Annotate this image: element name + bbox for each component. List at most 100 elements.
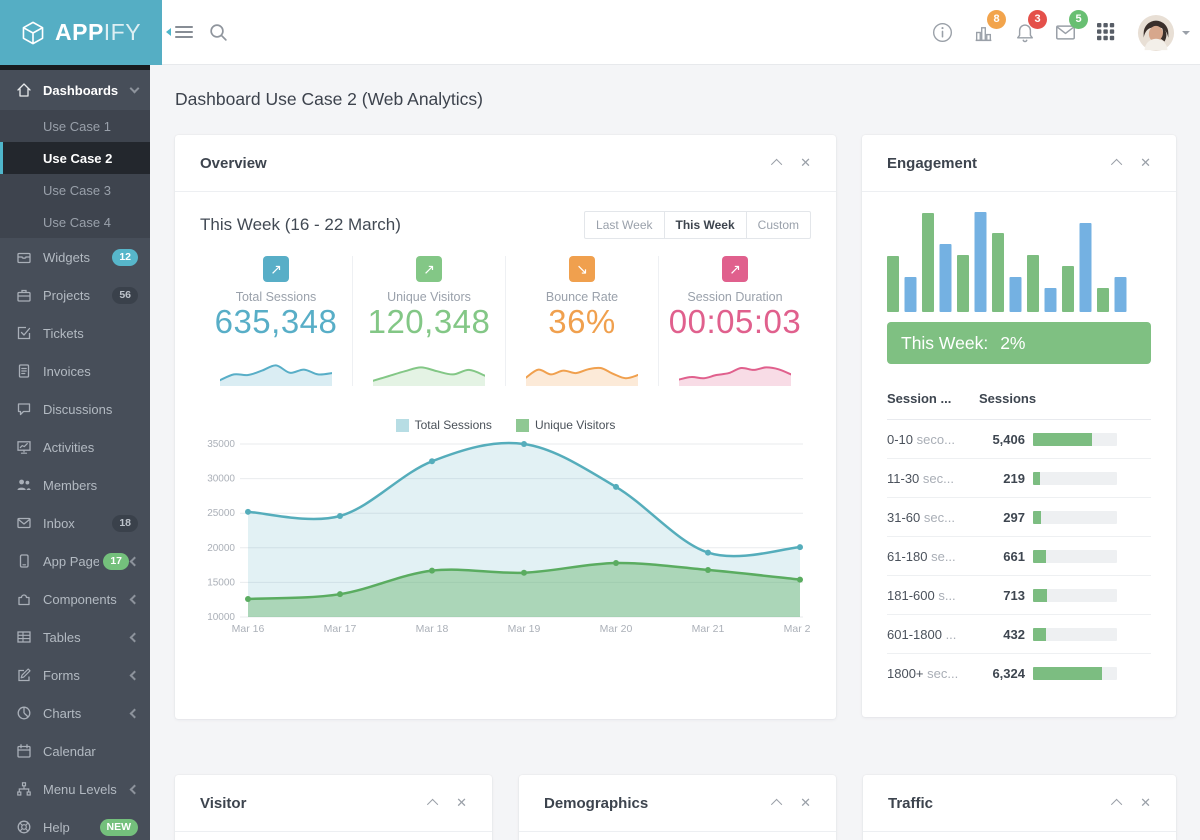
- table-row: 31-60 sec...297: [887, 498, 1151, 537]
- info-button[interactable]: [922, 12, 963, 53]
- sessions-bar: [1033, 550, 1117, 563]
- week-title: This Week (16 - 22 March): [200, 215, 401, 235]
- svg-text:Mar 21: Mar 21: [692, 623, 725, 635]
- sessions-bar: [1033, 628, 1117, 641]
- app-logo[interactable]: APPIFY: [0, 0, 162, 65]
- sidebar-nav: Dashboards Use Case 1 Use Case 2 Use Cas…: [0, 65, 150, 840]
- legend-unique-visitors: Unique Visitors: [516, 418, 615, 432]
- close-icon[interactable]: [1140, 155, 1151, 171]
- last-week-button[interactable]: Last Week: [584, 211, 664, 239]
- svg-text:Mar 17: Mar 17: [324, 623, 357, 635]
- visitor-panel: Visitor: [175, 775, 492, 840]
- overview-panel-header: Overview: [175, 135, 836, 192]
- custom-button[interactable]: Custom: [746, 211, 811, 239]
- svg-text:Mar 18: Mar 18: [416, 623, 449, 635]
- trend-down-icon: ↘: [569, 256, 595, 282]
- sidebar-item-calendar[interactable]: Calendar: [0, 732, 150, 770]
- sessions-value: 219: [979, 471, 1025, 486]
- badge: 56: [112, 287, 138, 304]
- overview-panel: Overview This Week (16 - 22 March) Last …: [175, 135, 836, 719]
- user-menu[interactable]: [1137, 14, 1190, 52]
- people-icon: [16, 477, 32, 493]
- sidebar-item-invoices[interactable]: Invoices: [0, 352, 150, 390]
- legend-swatch: [516, 419, 529, 432]
- sidebar-item-use-case-1[interactable]: Use Case 1: [0, 110, 150, 142]
- badge: 12: [112, 249, 138, 266]
- chevron-left-icon: [130, 670, 140, 680]
- sidebar-item-discussions[interactable]: Discussions: [0, 390, 150, 428]
- presentation-chart-icon: [16, 439, 32, 455]
- badge: NEW: [100, 819, 139, 836]
- sessions-value: 432: [979, 627, 1025, 642]
- sidebar-item-members[interactable]: Members: [0, 466, 150, 504]
- sidebar-item-activities[interactable]: Activities: [0, 428, 150, 466]
- sessions-bar: [1033, 472, 1117, 485]
- check-square-icon: [16, 325, 32, 341]
- panel-title: Demographics: [544, 795, 774, 812]
- demographics-panel: Demographics: [519, 775, 836, 840]
- session-duration-table: Session ...Sessions0-10 seco...5,40611-3…: [887, 378, 1151, 693]
- sessions-value: 5,406: [979, 432, 1025, 447]
- close-icon[interactable]: [1140, 795, 1151, 811]
- sidebar-item-tables[interactable]: Tables: [0, 618, 150, 656]
- panel-title: Overview: [200, 155, 774, 172]
- sidebar-item-use-case-4[interactable]: Use Case 4: [0, 206, 150, 238]
- sidebar-item-menu-levels[interactable]: Menu Levels: [0, 770, 150, 808]
- sidebar-item-use-case-2[interactable]: Use Case 2: [0, 142, 150, 174]
- table-header-row: Session ...Sessions: [887, 378, 1151, 420]
- info-icon: [932, 22, 953, 43]
- sidebar-item-widgets[interactable]: Widgets 12: [0, 238, 150, 276]
- trend-up-icon: ↗: [722, 256, 748, 282]
- sidebar-item-app-pages[interactable]: App Pages 17: [0, 542, 150, 580]
- badge: 18: [112, 515, 138, 532]
- logo-text: APPIFY: [55, 19, 141, 46]
- traffic-panel: Traffic: [863, 775, 1176, 840]
- svg-text:Mar 16: Mar 16: [232, 623, 265, 635]
- sidebar-item-inbox[interactable]: Inbox 18: [0, 504, 150, 542]
- close-icon[interactable]: [456, 795, 467, 811]
- briefcase-icon: [16, 287, 32, 303]
- search-icon: [208, 22, 229, 43]
- search-button[interactable]: [208, 22, 229, 48]
- sidebar-item-help[interactable]: Help NEW: [0, 808, 150, 840]
- sidebar-item-projects[interactable]: Projects 56: [0, 276, 150, 314]
- sessions-bar: [1033, 433, 1117, 446]
- sidebar-item-components[interactable]: Components: [0, 580, 150, 618]
- sitemap-icon: [16, 781, 32, 797]
- range-button-group: Last Week This Week Custom: [585, 211, 811, 239]
- messages-button[interactable]: 5: [1045, 12, 1086, 53]
- col-header-sessions: Sessions: [979, 391, 1036, 406]
- sidebar-item-use-case-3[interactable]: Use Case 3: [0, 174, 150, 206]
- close-icon[interactable]: [800, 795, 811, 811]
- chevron-down-icon: [1182, 31, 1190, 35]
- stats-row: ↗ Total Sessions 635,348 ↗ Unique Visito…: [200, 256, 811, 386]
- this-week-banner: This Week: 2%: [887, 322, 1151, 364]
- chevron-left-icon: [130, 708, 140, 718]
- stat-total-sessions: ↗ Total Sessions 635,348: [200, 256, 353, 386]
- page-title: Dashboard Use Case 2 (Web Analytics): [175, 89, 483, 110]
- chat-icon: [16, 401, 32, 417]
- total-sessions-sparkline: [220, 346, 332, 386]
- svg-text:10000: 10000: [207, 612, 235, 623]
- col-header-session: Session ...: [887, 391, 979, 406]
- sessions-visitors-chart: 100001500020000250003000035000Mar 16Mar …: [200, 436, 811, 641]
- panel-title: Traffic: [888, 795, 1114, 812]
- apps-button[interactable]: [1086, 12, 1127, 53]
- notifications-button[interactable]: 3: [1004, 12, 1045, 53]
- sidebar-item-tickets[interactable]: Tickets: [0, 314, 150, 352]
- trend-up-icon: ↗: [416, 256, 442, 282]
- this-week-button[interactable]: This Week: [664, 211, 747, 239]
- sidebar-toggle-button[interactable]: [166, 23, 193, 41]
- legend-swatch: [396, 419, 409, 432]
- sidebar-item-charts[interactable]: Charts: [0, 694, 150, 732]
- table-row: 601-1800 ...432: [887, 615, 1151, 654]
- sidebar-item-forms[interactable]: Forms: [0, 656, 150, 694]
- chevron-down-icon: [130, 84, 140, 94]
- unique-visitors-sparkline: [373, 346, 485, 386]
- close-icon[interactable]: [800, 155, 811, 171]
- widgets-icon: [16, 249, 32, 265]
- panel-title: Engagement: [887, 155, 1114, 172]
- sessions-bar: [1033, 511, 1117, 524]
- stats-button[interactable]: 8: [963, 12, 1004, 53]
- sidebar-item-dashboards[interactable]: Dashboards: [0, 70, 150, 110]
